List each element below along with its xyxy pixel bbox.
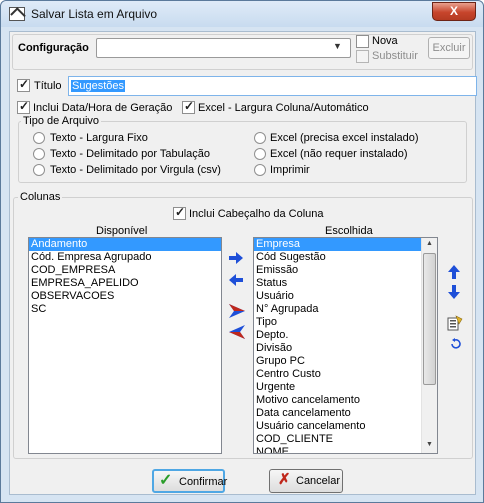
excluir-button[interactable]: Excluir: [428, 37, 470, 59]
list-item[interactable]: Cód. Empresa Agrupado: [29, 251, 221, 264]
escolhida-items: Empresa Cód Sugestão Emissão Status Usuá…: [254, 238, 422, 453]
disponivel-label: Disponível: [96, 225, 148, 237]
radio-tabulacao-label: Texto - Delimitado por Tabulação: [50, 148, 210, 160]
excel-largura-label: Excel - Largura Coluna/Automático: [198, 102, 369, 114]
nova-checkbox[interactable]: [356, 35, 369, 48]
list-item[interactable]: Empresa: [254, 238, 422, 251]
app-icon: [9, 7, 25, 21]
move-down-icon[interactable]: [448, 285, 460, 299]
list-item[interactable]: Cód Sugestão: [254, 251, 422, 264]
scroll-up-icon[interactable]: ▲: [426, 240, 433, 247]
window-title: Salvar Lista em Arquivo: [31, 7, 158, 21]
cancelar-button[interactable]: ✗ Cancelar: [269, 469, 343, 493]
incluir-data-label: Inclui Data/Hora de Geração: [33, 102, 173, 114]
dialog-window: Salvar Lista em Arquivo X Configuração ▼…: [0, 0, 484, 503]
escolhida-list[interactable]: Empresa Cód Sugestão Emissão Status Usuá…: [253, 237, 438, 454]
move-right-icon[interactable]: [229, 252, 243, 264]
radio-largura-fixo-label: Texto - Largura Fixo: [50, 132, 148, 144]
list-item[interactable]: EMPRESA_APELIDO: [29, 277, 221, 290]
move-up-icon[interactable]: [448, 265, 460, 279]
config-label: Configuração: [18, 42, 89, 54]
radio-excel-nao-requer-label: Excel (não requer instalado): [270, 148, 408, 160]
config-select[interactable]: ▼: [96, 38, 351, 58]
titulo-checkbox[interactable]: [17, 77, 30, 92]
radio-largura-fixo[interactable]: [33, 132, 45, 144]
undo-icon[interactable]: [449, 338, 461, 350]
close-button[interactable]: X: [432, 2, 476, 21]
escolhida-label: Escolhida: [325, 225, 373, 237]
radio-excel-instalado[interactable]: [254, 132, 266, 144]
scrollbar-thumb[interactable]: [423, 253, 436, 385]
radio-csv[interactable]: [33, 164, 45, 176]
list-item[interactable]: Usuário: [254, 290, 422, 303]
x-icon: ✗: [278, 471, 291, 488]
nova-label: Nova: [372, 35, 398, 47]
list-item[interactable]: COD_EMPRESA: [29, 264, 221, 277]
list-item[interactable]: SC: [29, 303, 221, 316]
titulo-value: Sugestões: [71, 80, 125, 92]
chevron-down-icon: ▼: [333, 41, 342, 51]
list-item[interactable]: Andamento: [29, 238, 221, 251]
title-bar[interactable]: Salvar Lista em Arquivo X: [1, 1, 483, 27]
colunas-title: Colunas: [18, 191, 63, 203]
disponivel-list[interactable]: Andamento Cód. Empresa Agrupado COD_EMPR…: [28, 237, 222, 454]
list-item[interactable]: Tipo: [254, 316, 422, 329]
radio-excel-instalado-label: Excel (precisa excel instalado): [270, 132, 419, 144]
list-item[interactable]: Status: [254, 277, 422, 290]
radio-csv-label: Texto - Delimitado por Virgula (csv): [50, 164, 221, 176]
list-item[interactable]: Data cancelamento: [254, 407, 422, 420]
incluir-cabecalho-checkbox[interactable]: [173, 205, 186, 220]
incluir-data-checkbox[interactable]: [17, 99, 30, 114]
list-item[interactable]: Divisão: [254, 342, 422, 355]
list-item[interactable]: Centro Custo: [254, 368, 422, 381]
substituir-checkbox[interactable]: [356, 50, 369, 63]
list-item[interactable]: Motivo cancelamento: [254, 394, 422, 407]
list-item[interactable]: N° Agrupada: [254, 303, 422, 316]
checkmark-icon: ✓: [159, 472, 173, 489]
tipo-arquivo-title: Tipo de Arquivo: [21, 115, 102, 127]
list-item[interactable]: Usuário cancelamento: [254, 420, 422, 433]
confirmar-button[interactable]: ✓ Confirmar: [152, 469, 228, 493]
titulo-input[interactable]: Sugestões: [68, 76, 477, 96]
list-item[interactable]: Depto.: [254, 329, 422, 342]
scroll-down-icon[interactable]: ▼: [426, 441, 433, 448]
radio-tabulacao[interactable]: [33, 148, 45, 160]
list-item[interactable]: NOME: [254, 446, 422, 453]
escolhida-scrollbar[interactable]: ▲ ▼: [421, 238, 437, 453]
move-left-icon[interactable]: [229, 274, 243, 286]
list-item[interactable]: Grupo PC: [254, 355, 422, 368]
move-all-left-icon[interactable]: [229, 325, 245, 339]
column-settings-icon[interactable]: [447, 315, 463, 331]
incluir-cabecalho-label: Inclui Cabeçalho da Coluna: [189, 208, 324, 220]
move-all-right-icon[interactable]: [229, 304, 245, 318]
titulo-label: Título: [34, 80, 62, 92]
substituir-label: Substituir: [372, 50, 418, 62]
excel-largura-checkbox[interactable]: [182, 99, 195, 114]
confirmar-label: Confirmar: [179, 476, 228, 488]
radio-excel-nao-requer[interactable]: [254, 148, 266, 160]
list-item[interactable]: COD_CLIENTE: [254, 433, 422, 446]
list-item[interactable]: Emissão: [254, 264, 422, 277]
list-item[interactable]: Urgente: [254, 381, 422, 394]
list-item[interactable]: OBSERVACOES: [29, 290, 221, 303]
radio-imprimir[interactable]: [254, 164, 266, 176]
radio-imprimir-label: Imprimir: [270, 164, 310, 176]
cancelar-label: Cancelar: [296, 475, 341, 487]
dialog-body: Configuração ▼ Nova Substituir Excluir T…: [9, 31, 477, 495]
